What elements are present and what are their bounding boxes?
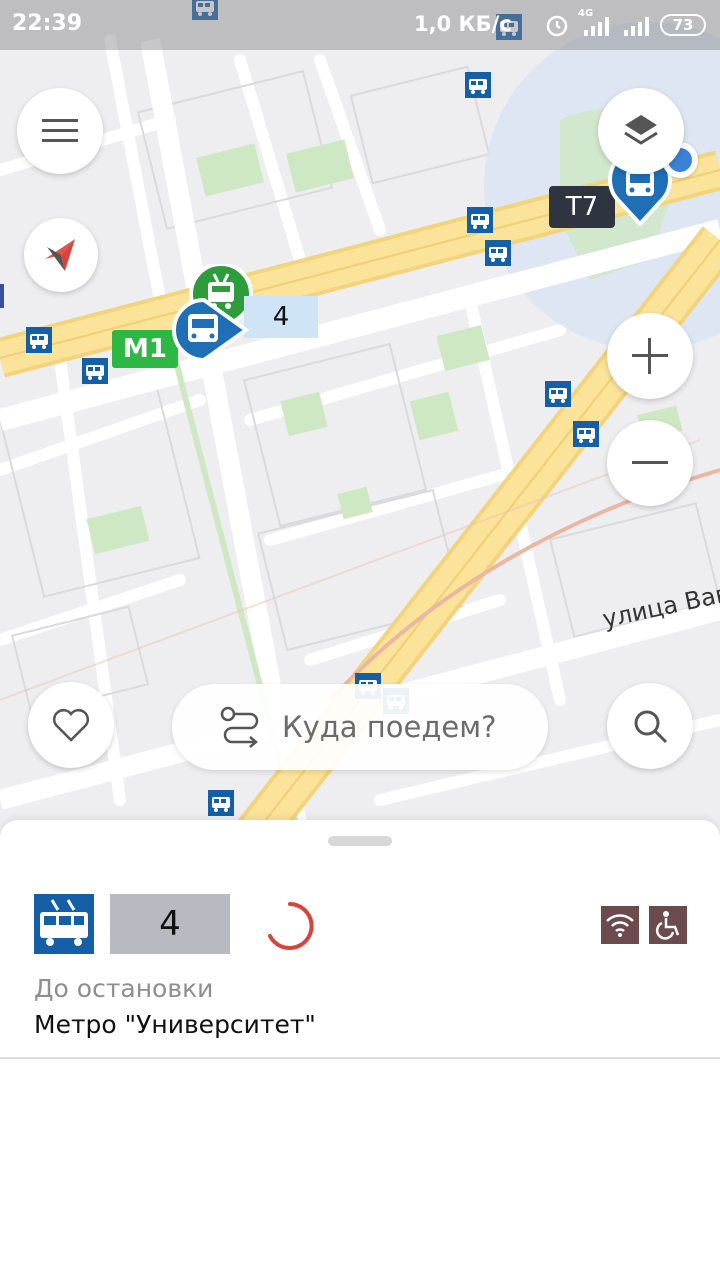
screen: улица Вав М1 4 Т7 22:39 1,0 КБ/с 4G 73 К… [0,0,720,1280]
hamburger-icon [42,119,78,142]
search-placeholder: Куда поедем? [282,710,497,744]
stop-icon[interactable] [467,207,493,233]
stop-icon[interactable] [545,381,571,407]
loading-spinner-icon [268,902,314,950]
layers-button[interactable] [598,88,684,174]
wheelchair-icon [655,911,680,940]
stop-icon[interactable] [26,327,52,353]
layers-icon [624,115,658,145]
bus-marker[interactable] [170,297,250,363]
search-icon [634,710,668,744]
divider [0,1057,720,1059]
menu-button[interactable] [17,88,103,174]
wifi-badge [601,906,639,944]
stop-name[interactable]: Метро "Университет" [34,1010,316,1039]
route-chip[interactable]: 4 [244,296,318,338]
stop-icon[interactable] [485,240,511,266]
stop-icon[interactable] [465,72,491,98]
bus-icon [172,297,250,363]
minus-icon [632,461,668,464]
vehicle-info-sheet[interactable]: 4 До остановки Метро "Университет" [0,820,720,1280]
signal-icon [624,17,649,36]
status-icons: 4G 73 [544,8,706,40]
network-speed: 1,0 КБ/с [414,12,512,36]
route-icon [220,706,259,748]
metro-badge-label: М1 [123,334,167,364]
battery-level: 73 [672,16,694,34]
search-button[interactable] [607,683,693,769]
zoom-in-button[interactable] [607,313,693,399]
vehicle-type-badge [34,894,94,954]
heart-icon [53,709,89,742]
stop-icon[interactable] [82,358,108,384]
signal-4g-icon: 4G [578,8,614,38]
wheelchair-badge [649,906,687,944]
route-number: 4 [159,904,181,944]
favorites-button[interactable] [28,682,114,768]
status-bar: 22:39 1,0 КБ/с 4G 73 [0,0,720,50]
stop-icon[interactable] [573,421,599,447]
to-stop-label: До остановки [34,974,214,1003]
route-number-badge: 4 [110,894,230,954]
status-time: 22:39 [12,11,83,36]
search-bar[interactable]: Куда поедем? [172,684,548,770]
plus-icon [632,338,668,374]
alarm-icon [546,15,568,37]
stop-icon[interactable] [208,790,234,816]
compass-icon [45,239,75,271]
wifi-icon [606,914,634,937]
route-chip-label: 4 [272,302,290,332]
battery-icon: 73 [660,14,706,36]
zoom-out-button[interactable] [607,420,693,506]
metro-badge[interactable]: М1 [112,330,178,368]
sheet-handle[interactable] [328,836,392,846]
compass-button[interactable] [24,218,98,292]
trolleybus-icon [40,899,88,946]
stop-chip-label: Т7 [565,192,599,222]
